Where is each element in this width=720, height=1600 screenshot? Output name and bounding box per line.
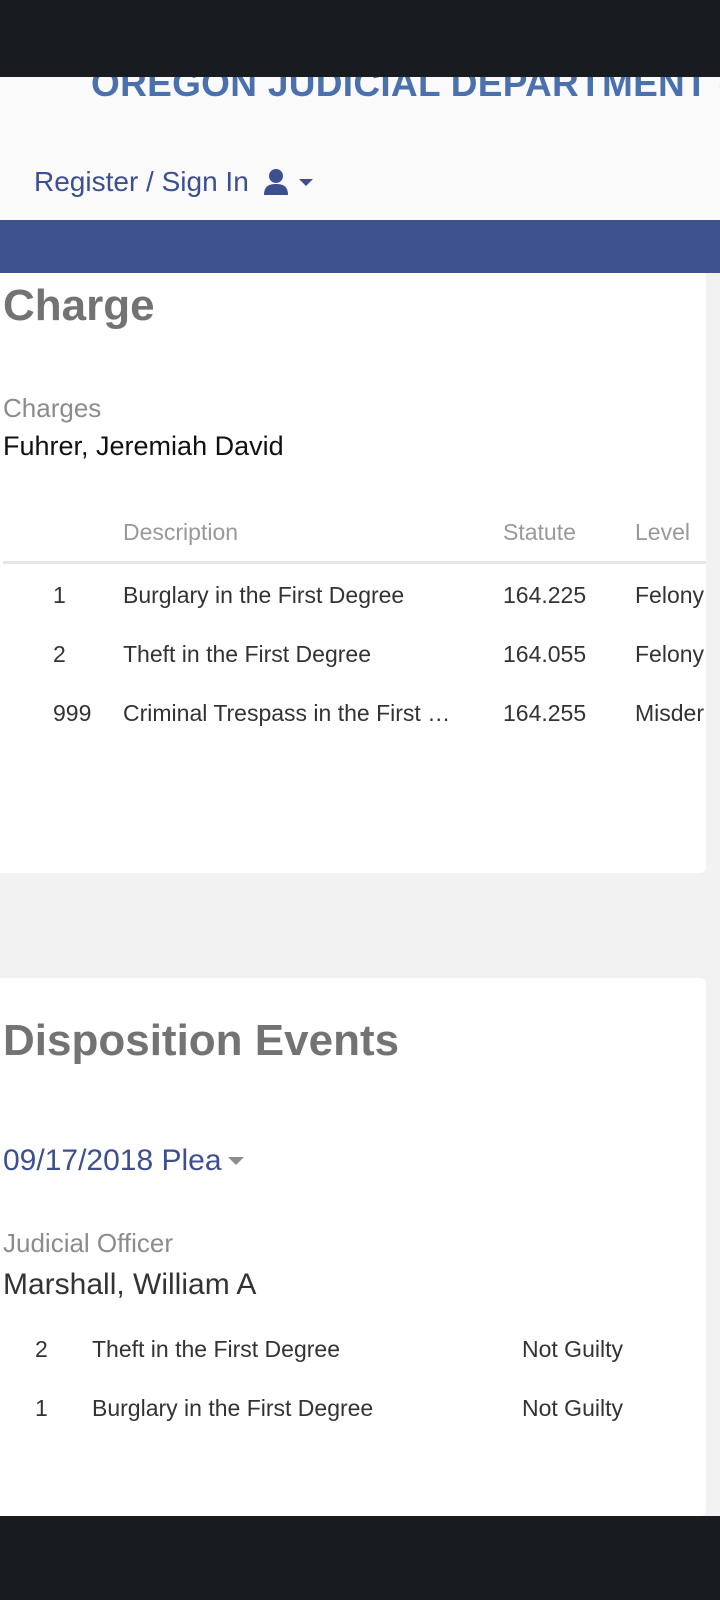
table-row: 1 Burglary in the First Degree Not Guilt…	[0, 1387, 706, 1427]
defendant-name: Fuhrer, Jeremiah David	[3, 431, 284, 461]
disposition-result: Not Guilty	[522, 1395, 623, 1421]
system-nav-bar	[0, 1516, 720, 1600]
disposition-description: Burglary in the First Degree	[92, 1395, 374, 1421]
disposition-title: Disposition Events	[3, 1016, 400, 1065]
charges-label: Charges	[3, 393, 102, 423]
table-row: 2 Theft in the First Degree 164.055 Felo…	[0, 633, 706, 673]
charge-description: Criminal Trespass in the First …	[123, 700, 451, 726]
table-row: 1 Burglary in the First Degree 164.225 F…	[0, 574, 706, 614]
judicial-officer-label: Judicial Officer	[3, 1228, 174, 1258]
caret-down-icon	[227, 1157, 244, 1165]
charge-description: Theft in the First Degree	[123, 641, 371, 667]
site-header: OREGON JUDICIAL DEPARTMENT - Register / …	[0, 77, 720, 220]
disposition-number: 1	[35, 1395, 48, 1421]
charge-section: Charge Charges Fuhrer, Jeremiah David De…	[0, 273, 706, 873]
table-row: 999 Criminal Trespass in the First … 164…	[0, 692, 706, 732]
charge-statute: 164.055	[503, 641, 587, 667]
charge-statute: 164.225	[503, 582, 587, 608]
disposition-number: 2	[35, 1336, 48, 1362]
disposition-description: Theft in the First Degree	[92, 1336, 340, 1362]
col-statute: Statute	[503, 519, 576, 545]
brand-title[interactable]: OREGON JUDICIAL DEPARTMENT -	[91, 77, 720, 105]
col-description: Description	[123, 519, 239, 545]
judicial-officer-name: Marshall, William A	[3, 1268, 257, 1301]
status-bar	[0, 0, 720, 77]
charge-level: Felony	[635, 641, 705, 667]
charge-title: Charge	[3, 281, 155, 330]
signin-label: Register / Sign In	[34, 166, 249, 197]
charge-level: Felony	[635, 582, 705, 608]
disposition-event-label: 09/17/2018 Plea	[3, 1144, 222, 1177]
table-row: 2 Theft in the First Degree Not Guilty	[0, 1328, 706, 1368]
disposition-result: Not Guilty	[522, 1336, 623, 1362]
charge-statute: 164.255	[503, 700, 587, 726]
col-level: Level	[635, 519, 690, 545]
charge-description: Burglary in the First Degree	[123, 582, 405, 608]
table-header-divider	[3, 561, 706, 564]
charge-number: 2	[53, 641, 66, 667]
nav-bar	[0, 220, 720, 273]
charge-number: 999	[53, 700, 92, 726]
user-icon	[263, 169, 288, 195]
charge-level: Misder	[635, 700, 705, 726]
register-signin-menu[interactable]: Register / Sign In	[34, 166, 313, 198]
disposition-section: Disposition Events 09/17/2018 Plea Judic…	[0, 978, 706, 1516]
disposition-event-toggle[interactable]: 09/17/2018 Plea	[3, 1144, 244, 1178]
caret-down-icon	[298, 178, 313, 186]
charge-number: 1	[53, 582, 66, 608]
